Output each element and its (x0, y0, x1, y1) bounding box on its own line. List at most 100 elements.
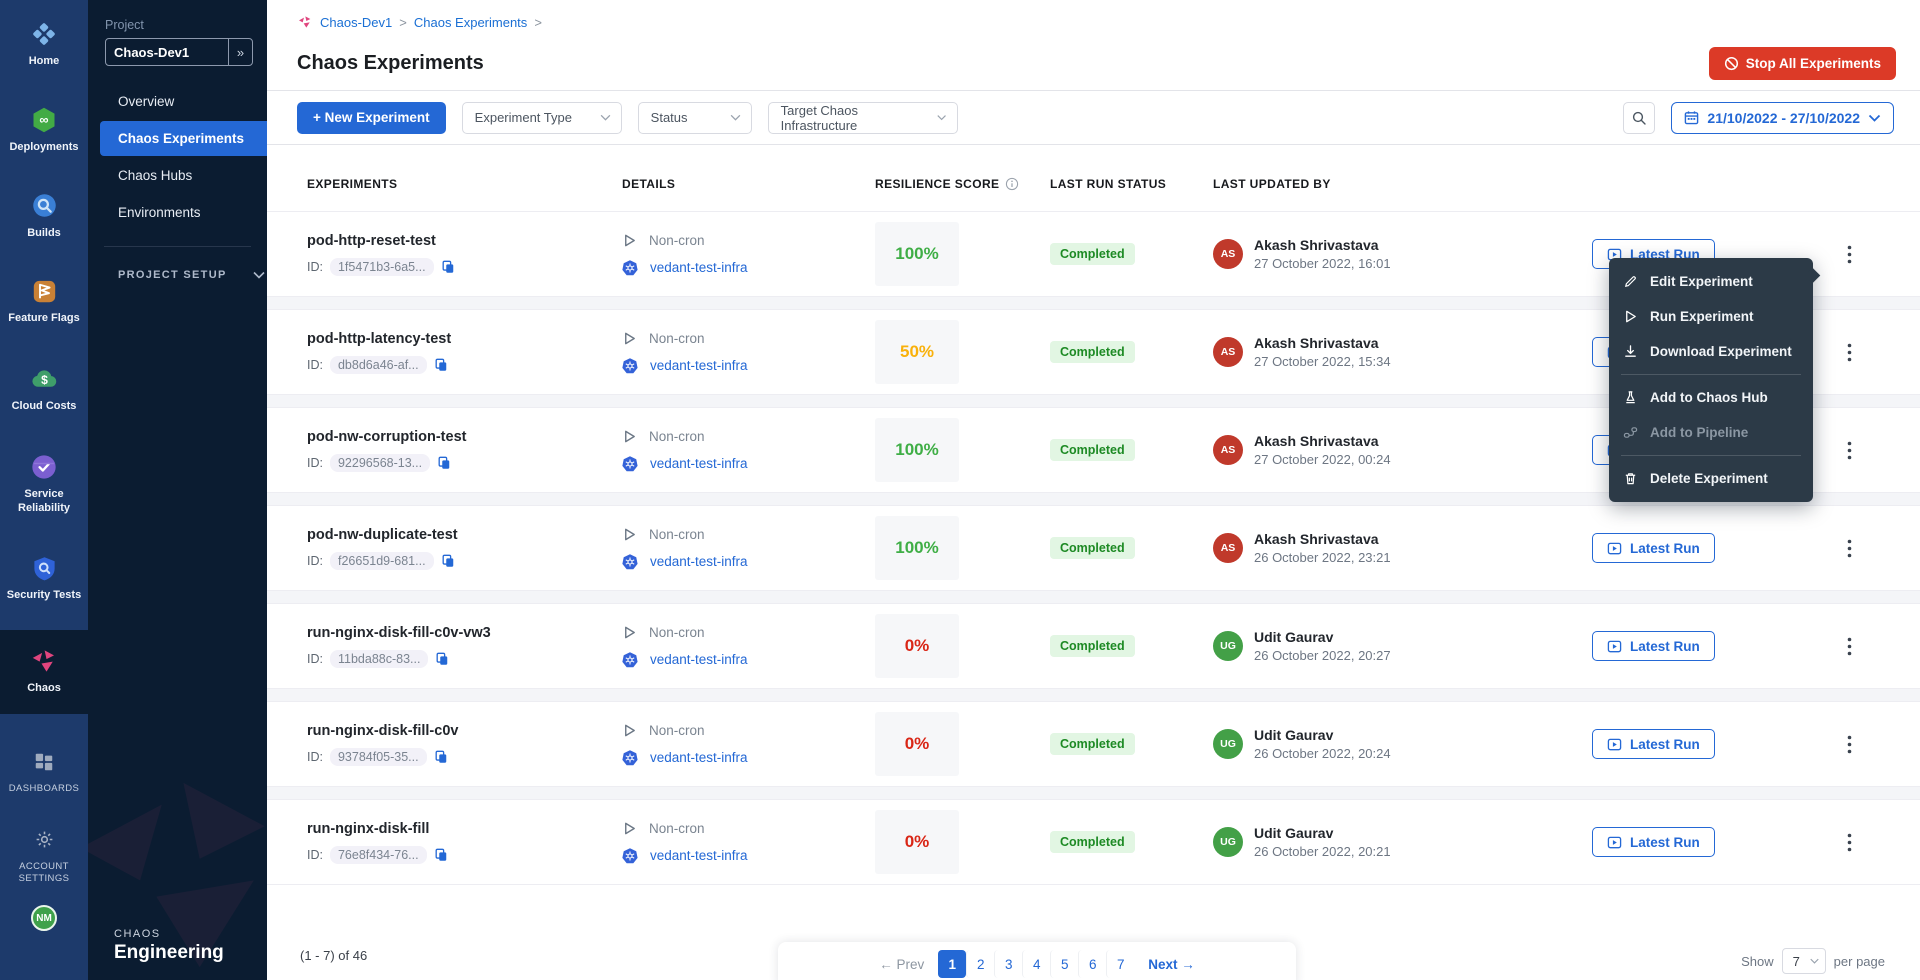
actions-cell: Latest Run (1592, 533, 1920, 563)
experiment-name[interactable]: pod-http-latency-test (307, 331, 622, 347)
resilience-score-value: 0% (905, 734, 930, 754)
experiment-id-label: ID: (307, 652, 323, 666)
experiment-type-filter[interactable]: Experiment Type (462, 102, 622, 134)
sidebar-item-deployments[interactable]: ∞ Deployments (0, 94, 88, 166)
page-button-2[interactable]: 2 (966, 950, 994, 978)
page-button-7[interactable]: 7 (1106, 950, 1134, 978)
infrastructure-link[interactable]: vedant-test-infra (650, 554, 748, 569)
experiment-id-value: 76e8f434-76... (330, 846, 427, 864)
latest-run-button[interactable]: Latest Run (1592, 533, 1715, 563)
infrastructure-link[interactable]: vedant-test-infra (650, 358, 748, 373)
sidebar-item-environments[interactable]: Environments (88, 195, 267, 230)
new-experiment-button[interactable]: + New Experiment (297, 102, 446, 134)
copy-icon[interactable] (434, 358, 448, 372)
experiment-name[interactable]: pod-nw-duplicate-test (307, 527, 622, 543)
search-button[interactable] (1623, 102, 1655, 134)
row-menu-kebab[interactable] (1843, 829, 1856, 856)
pagination-bar: (1 - 7) of 46 ← Prev 1234567 Next → Show… (267, 934, 1920, 980)
sidebar-item-chaos-experiments[interactable]: Chaos Experiments (100, 121, 267, 156)
sidebar-item-service-reliability[interactable]: Service Reliability (0, 441, 88, 527)
user-avatar[interactable]: NM (31, 905, 57, 931)
row-menu-kebab[interactable] (1843, 633, 1856, 660)
chevron-down-icon (1868, 114, 1881, 122)
experiment-name[interactable]: run-nginx-disk-fill-c0v-vw3 (307, 625, 622, 641)
page-button-3[interactable]: 3 (994, 950, 1022, 978)
infrastructure-link[interactable]: vedant-test-infra (650, 456, 748, 471)
status-filter[interactable]: Status (638, 102, 752, 134)
sidebar-item-overview[interactable]: Overview (88, 84, 267, 119)
experiment-name[interactable]: pod-nw-corruption-test (307, 429, 622, 445)
sidebar-item-account-settings[interactable]: ACCOUNT SETTINGS (0, 814, 88, 896)
schedule-type: Non-cron (649, 821, 705, 836)
sidebar-item-chaos-hubs[interactable]: Chaos Hubs (88, 158, 267, 193)
menu-item-run-experiment[interactable]: Run Experiment (1609, 299, 1813, 334)
row-menu-kebab[interactable] (1843, 437, 1856, 464)
row-menu-kebab[interactable] (1843, 241, 1856, 268)
updated-by-name: Udit Gaurav (1254, 727, 1391, 743)
info-icon[interactable] (1005, 177, 1019, 191)
infrastructure-link[interactable]: vedant-test-infra (650, 652, 748, 667)
infrastructure-link[interactable]: vedant-test-infra (650, 848, 748, 863)
page-button-4[interactable]: 4 (1022, 950, 1050, 978)
target-infrastructure-filter[interactable]: Target Chaos Infrastructure (768, 102, 958, 134)
infrastructure-link[interactable]: vedant-test-infra (650, 260, 748, 275)
copy-icon[interactable] (437, 456, 451, 470)
latest-run-button[interactable]: Latest Run (1592, 631, 1715, 661)
status-cell: Completed (1050, 635, 1213, 657)
sidebar-item-feature-flags[interactable]: Feature Flags (0, 265, 88, 337)
page-button-6[interactable]: 6 (1078, 950, 1106, 978)
menu-item-add-to-chaos-hub[interactable]: Add to Chaos Hub (1609, 380, 1813, 415)
menu-item-label: Run Experiment (1650, 309, 1754, 324)
resilience-score-box: 100% (875, 418, 959, 482)
experiment-name[interactable]: run-nginx-disk-fill (307, 821, 622, 837)
row-menu-kebab[interactable] (1843, 731, 1856, 758)
status-cell: Completed (1050, 733, 1213, 755)
menu-divider (1621, 374, 1801, 375)
page-size-select[interactable]: 7 (1782, 948, 1826, 974)
copy-icon[interactable] (441, 260, 455, 274)
resilience-score-value: 0% (905, 636, 930, 656)
experiment-name[interactable]: run-nginx-disk-fill-c0v (307, 723, 622, 739)
per-page-label: per page (1834, 954, 1885, 969)
sidebar-item-cloud-costs[interactable]: $ Cloud Costs (0, 353, 88, 425)
sidebar-item-chaos[interactable]: Chaos (0, 630, 88, 714)
sidebar-item-security-tests[interactable]: Security Tests (0, 542, 88, 614)
experiment-name[interactable]: pod-http-reset-test (307, 233, 622, 249)
row-menu-kebab[interactable] (1843, 339, 1856, 366)
copy-icon[interactable] (434, 750, 448, 764)
sidebar-item-dashboards[interactable]: DASHBOARDS (0, 736, 88, 806)
status-cell: Completed (1050, 537, 1213, 559)
main-content: Chaos-Dev1 > Chaos Experiments > Chaos E… (267, 0, 1920, 980)
project-selector[interactable]: Chaos-Dev1 » (105, 38, 253, 66)
next-page-button[interactable]: Next → (1148, 957, 1195, 972)
experiment-cell: pod-nw-corruption-test ID: 92296568-13..… (307, 429, 622, 472)
row-menu-kebab[interactable] (1843, 535, 1856, 562)
copy-icon[interactable] (441, 554, 455, 568)
project-setup-toggle[interactable]: PROJECT SETUP (118, 269, 267, 281)
page-button-1[interactable]: 1 (938, 950, 966, 978)
latest-run-button[interactable]: Latest Run (1592, 729, 1715, 759)
sidebar-item-home[interactable]: Home (0, 8, 88, 80)
copy-icon[interactable] (435, 652, 449, 666)
page-button-5[interactable]: 5 (1050, 950, 1078, 978)
sidebar-item-label: Cloud Costs (12, 400, 77, 414)
prev-page-button[interactable]: ← Prev (879, 957, 924, 972)
divider (104, 246, 251, 247)
updated-by-cell: AS Akash Shrivastava 26 October 2022, 23… (1213, 531, 1592, 565)
breadcrumb-experiments-link[interactable]: Chaos Experiments (414, 15, 527, 30)
infrastructure-link[interactable]: vedant-test-infra (650, 750, 748, 765)
experiment-cell: run-nginx-disk-fill ID: 76e8f434-76... (307, 821, 622, 864)
menu-item-delete-experiment[interactable]: Delete Experiment (1609, 461, 1813, 496)
menu-item-download-experiment[interactable]: Download Experiment (1609, 334, 1813, 369)
home-icon (29, 19, 59, 49)
copy-icon[interactable] (434, 848, 448, 862)
latest-run-button[interactable]: Latest Run (1592, 827, 1715, 857)
project-expand-button[interactable]: » (228, 39, 252, 65)
menu-item-add-to-pipeline[interactable]: Add to Pipeline (1609, 415, 1813, 450)
menu-item-edit-experiment[interactable]: Edit Experiment (1609, 264, 1813, 299)
date-range-picker[interactable]: 21/10/2022 - 27/10/2022 (1671, 102, 1894, 134)
status-badge: Completed (1050, 243, 1135, 265)
stop-all-experiments-button[interactable]: Stop All Experiments (1709, 47, 1896, 80)
breadcrumb-project-link[interactable]: Chaos-Dev1 (320, 15, 392, 30)
sidebar-item-builds[interactable]: Builds (0, 180, 88, 252)
